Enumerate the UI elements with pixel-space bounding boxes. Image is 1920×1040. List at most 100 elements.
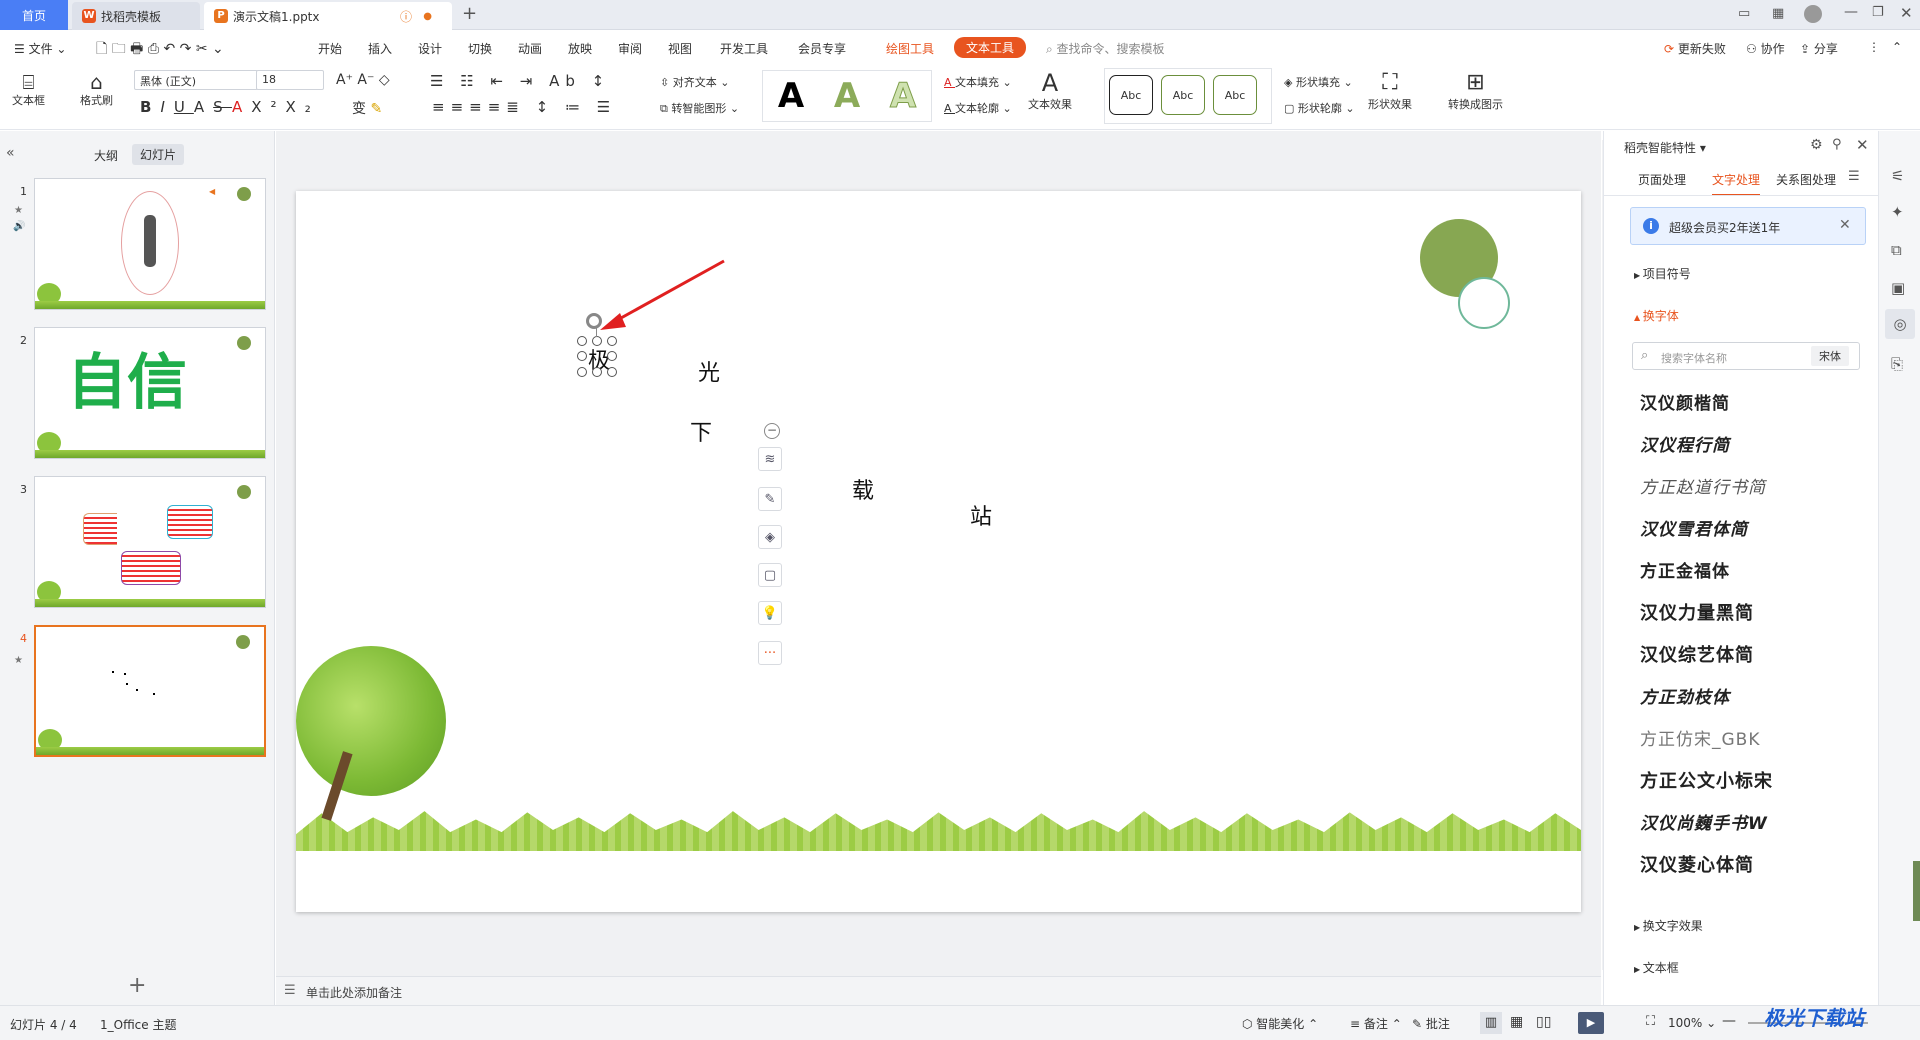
bullets-section[interactable]: ▶ 项目符号 [1634,265,1691,282]
tab-page-processing[interactable]: 页面处理 [1638,171,1686,188]
theme-name[interactable]: 1_Office 主题 [100,1016,176,1033]
outline-tab[interactable]: 大纲 [94,147,118,164]
copy-icon[interactable]: ⧉ [1891,241,1902,259]
zoom-level[interactable]: 100% ⌄ [1668,1016,1716,1030]
minimize-icon[interactable]: — [1844,4,1858,20]
new-tab-icon[interactable]: + [462,3,477,24]
shape-fill-button[interactable]: ◈ 形状填充 ⌄ [1284,74,1353,90]
textbox-section[interactable]: ▶ 文本框 [1634,959,1679,976]
slides-tab[interactable]: 幻灯片 [132,144,185,165]
slide-thumbnail-3[interactable] [34,476,266,608]
menu-transition[interactable]: 切换 [468,40,492,57]
font-style-buttons[interactable]: BIUASAX²X₂ [140,98,320,116]
menu-slideshow[interactable]: 放映 [568,40,592,57]
float-collapse-icon[interactable]: − [764,423,780,439]
format-painter-button[interactable]: ⌂ 格式刷 [80,72,113,108]
slide-char-guang[interactable]: 光 [698,355,720,387]
menu-member[interactable]: 会员专享 [798,40,846,57]
text-fill-button[interactable]: A 文本填充 ⌄ [944,74,1012,90]
menu-text-tools[interactable]: 文本工具 [954,37,1027,58]
close-panel-icon[interactable]: ✕ [1856,136,1869,154]
comments-button[interactable]: ✎ 批注 [1412,1015,1450,1032]
tab-home[interactable]: 首页 [0,0,68,30]
shape-style-2[interactable]: Abc [1161,75,1205,115]
font-option[interactable]: 方正赵道行书简 [1640,473,1766,498]
avatar[interactable] [1804,5,1822,23]
resize-handle[interactable] [607,367,617,377]
current-font-badge[interactable]: 宋体 [1811,346,1849,366]
promo-banner[interactable]: i 超级会员买2年送1年 ✕ [1630,207,1866,245]
share-button[interactable]: ⇪ 分享 [1800,40,1838,57]
smart-shape-button[interactable]: ⧉ 转智能图形 ⌄ [660,100,739,116]
fit-window-icon[interactable]: ⛶ [1646,1014,1655,1029]
text-style-outline[interactable]: A [889,76,916,117]
menu-insert[interactable]: 插入 [368,40,392,57]
resize-handle[interactable] [577,367,587,377]
layout-icon[interactable]: ▭ [1738,6,1750,21]
menu-view[interactable]: 视图 [668,40,692,57]
resize-handle[interactable] [607,336,617,346]
paragraph-align-buttons[interactable]: ≡≡≡≡≣ ↕ ≔ ☰ [432,98,616,116]
reading-view-icon[interactable]: ▯▯ [1536,1014,1551,1030]
resize-handle[interactable] [577,351,587,361]
font-option[interactable]: 汉仪菱心体简 [1640,851,1754,877]
font-option[interactable]: 汉仪力量黑简 [1640,599,1754,625]
book-icon[interactable]: ⎘ [1891,355,1903,373]
file-menu[interactable]: ☰ 文件 ⌄ [14,40,66,57]
add-slide-icon[interactable]: + [128,973,146,998]
panel-title[interactable]: 稻壳智能特性 ▾ [1624,139,1706,156]
warning-icon[interactable]: ⓘ [400,8,412,25]
tab-relation-processing[interactable]: 关系图处理 [1776,171,1836,188]
collapse-panel-icon[interactable]: « [6,145,15,161]
tab-document[interactable]: P 演示文稿1.pptx ⓘ ● [204,2,452,30]
close-promo-icon[interactable]: ✕ [1839,217,1851,233]
align-text-button[interactable]: ⇳ 对齐文本 ⌄ [660,74,729,90]
slide-thumbnail-4[interactable] [34,625,266,757]
update-failed-button[interactable]: ⟳ 更新失败 [1664,40,1726,57]
play-icon[interactable]: ▶ [1578,1012,1604,1034]
font-option[interactable]: 方正劲枝体 [1640,683,1730,708]
normal-view-icon[interactable]: ▥ [1480,1012,1502,1034]
float-pen-button[interactable]: ✎ [758,487,782,511]
notes-toggle-button[interactable]: ≡ 备注 ⌃ [1350,1015,1402,1032]
font-option[interactable]: 汉仪雪君体简 [1640,515,1748,540]
float-fill-button[interactable]: ◈ [758,525,782,549]
apps-grid-icon[interactable]: ▦ [1772,6,1784,21]
settings-icon[interactable]: ⚙ [1810,137,1823,153]
shape-style-3[interactable]: Abc [1213,75,1257,115]
smart-feature-icon[interactable]: ◎ [1885,309,1915,339]
grid-view-icon[interactable]: ▦ [1510,1014,1523,1030]
font-search-input[interactable]: ⌕ 搜索字体名称 宋体 [1632,342,1860,370]
command-search[interactable]: ⌕ 查找命令、搜索模板 [1046,40,1165,57]
resize-handle[interactable] [592,367,602,377]
zoom-out-icon[interactable]: — [1722,1013,1736,1029]
resize-handle[interactable] [577,336,587,346]
float-layers-button[interactable]: ≋ [758,447,782,471]
slide-canvas[interactable]: 极 光 下 载 站 − ≋ ✎ ◈ ▢ 💡 ··· [296,191,1581,912]
resize-handle[interactable] [592,336,602,346]
smart-beautify-button[interactable]: ⬡ 智能美化 ⌃ [1242,1015,1318,1032]
float-frame-button[interactable]: ▢ [758,563,782,587]
phonetic-highlight-icons[interactable]: 变 ✎ [352,98,382,118]
font-option[interactable]: 方正仿宋_GBK [1640,725,1760,750]
tab-docer-templates[interactable]: W 找稻壳模板 [72,2,200,30]
font-option[interactable]: 汉仪颜楷简 [1640,389,1730,414]
menu-design[interactable]: 设计 [418,40,442,57]
more-icon[interactable]: ⋮ [1868,40,1880,54]
image-icon[interactable]: ▣ [1891,279,1905,297]
font-option[interactable]: 方正金福体 [1640,557,1730,582]
slide-char-zai[interactable]: 载 [852,473,874,505]
text-style-black[interactable]: A [778,76,804,116]
menu-developer[interactable]: 开发工具 [720,40,768,57]
close-icon[interactable]: ✕ [1900,4,1913,22]
restore-icon[interactable]: ❐ [1872,5,1884,20]
font-option[interactable]: 方正公文小标宋 [1640,767,1773,793]
slide-thumbnail-2[interactable]: 自信 [34,327,266,459]
quick-access-icons[interactable]: 🗋 🗀 🖶 ⎙ ↶ ↷ ✂ ⌄ [96,38,224,62]
pin-icon[interactable]: ✦ [1891,203,1904,221]
float-idea-button[interactable]: 💡 [758,601,782,625]
font-option[interactable]: 汉仪程行简 [1640,431,1730,456]
menu-icon[interactable]: ☰ [1848,169,1860,184]
font-option[interactable]: 汉仪综艺体简 [1640,641,1754,667]
change-font-section[interactable]: ▲ 换字体 [1634,307,1679,324]
